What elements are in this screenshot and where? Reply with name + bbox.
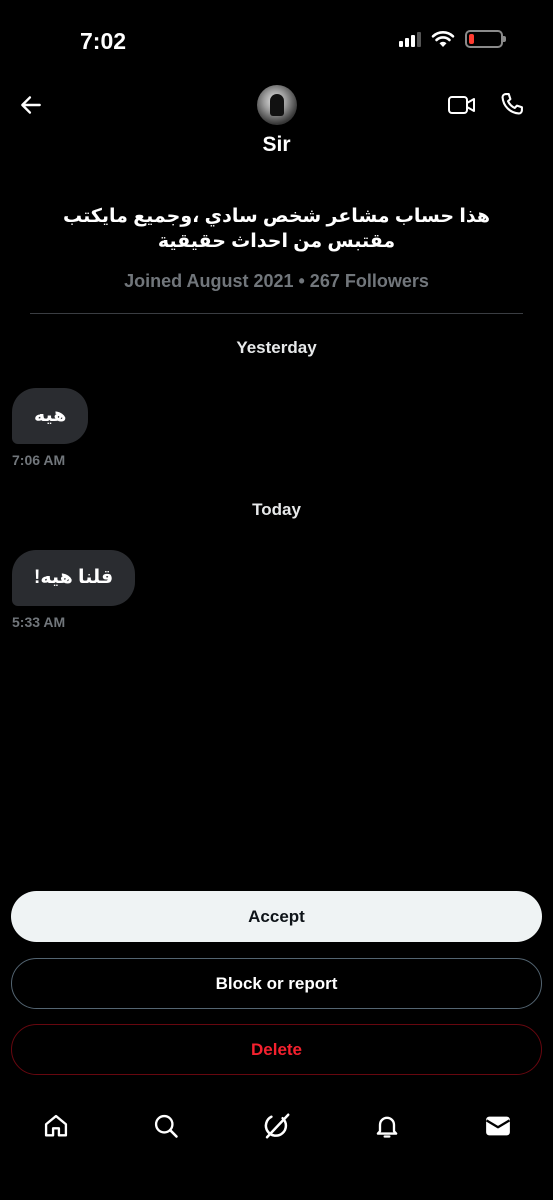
- battery-icon: [465, 30, 506, 48]
- message-timestamp: 7:06 AM: [12, 452, 66, 468]
- home-icon: [44, 1114, 68, 1137]
- nav-search[interactable]: [150, 1110, 182, 1142]
- accept-button[interactable]: Accept: [11, 891, 542, 942]
- message-timestamp: 5:33 AM: [12, 614, 66, 630]
- message-bubble[interactable]: هيه: [12, 388, 89, 444]
- nav-messages[interactable]: [482, 1110, 514, 1142]
- grok-icon: [264, 1113, 290, 1139]
- video-call-button[interactable]: [447, 92, 479, 120]
- arrow-left-icon: [21, 96, 41, 114]
- nav-notifications[interactable]: [371, 1110, 403, 1142]
- status-time: 7:02: [80, 28, 127, 54]
- status-icons: [399, 30, 506, 48]
- display-name[interactable]: Sir: [0, 133, 553, 157]
- wifi-icon: [431, 31, 455, 47]
- video-camera-icon: [448, 96, 475, 114]
- divider: [30, 313, 523, 314]
- profile-meta: Joined August 2021 • 267 Followers: [124, 271, 429, 291]
- notifications-bell-icon: [376, 1116, 398, 1138]
- search-icon: [154, 1114, 178, 1138]
- phone-icon: [501, 93, 523, 115]
- nav-grok[interactable]: [261, 1110, 293, 1142]
- dm-request-screen: 7:02 Sir هذا حساب مشاعر شخص سادي ،وجميع …: [0, 0, 553, 1200]
- block-or-report-button[interactable]: Block or report: [11, 958, 542, 1009]
- day-separator-today: Today: [252, 500, 301, 519]
- nav-home[interactable]: [40, 1110, 72, 1142]
- message-bubble[interactable]: قلنا هيه!: [12, 550, 136, 606]
- delete-button[interactable]: Delete: [11, 1024, 542, 1075]
- messages-envelope-icon: [485, 1116, 511, 1136]
- avatar[interactable]: [257, 85, 297, 125]
- voice-call-button[interactable]: [498, 90, 528, 120]
- back-button[interactable]: [16, 90, 46, 120]
- day-separator-yesterday: Yesterday: [236, 338, 317, 357]
- cellular-signal-icon: [399, 31, 421, 47]
- profile-bio: هذا حساب مشاعر شخص سادي ،وجميع مايكتب مق…: [62, 206, 491, 252]
